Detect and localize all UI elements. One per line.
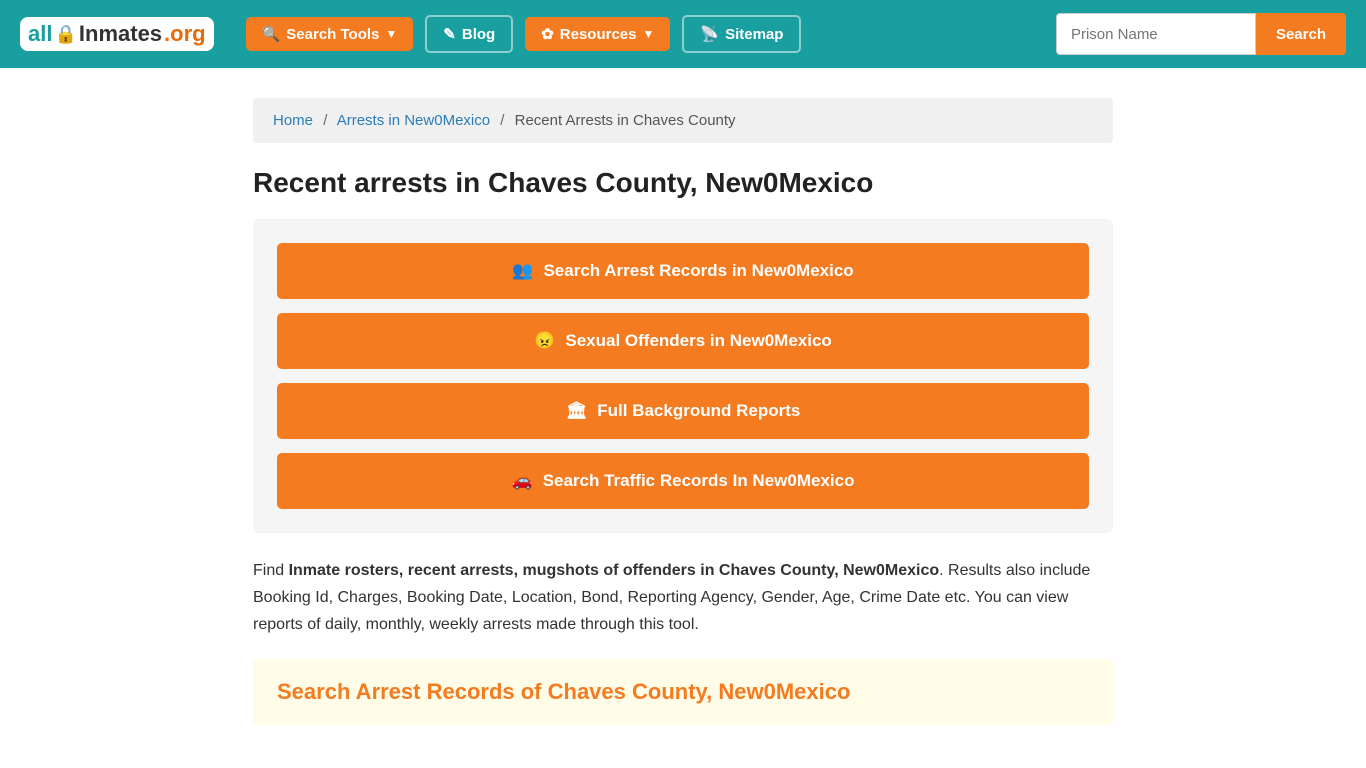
traffic-records-icon: 🚗: [512, 471, 533, 491]
action-card: 👥 Search Arrest Records in New0Mexico 😠 …: [253, 219, 1113, 533]
header-search-label: Search: [1276, 26, 1326, 43]
background-reports-button[interactable]: 🏛 Full Background Reports: [277, 383, 1089, 439]
prison-name-input[interactable]: [1056, 13, 1256, 55]
breadcrumb-home[interactable]: Home: [273, 112, 313, 129]
description-bold: Inmate rosters, recent arrests, mugshots…: [289, 562, 940, 579]
logo[interactable]: all 🔒 Inmates .org: [20, 17, 214, 51]
search-tools-icon: 🔍: [262, 25, 281, 43]
traffic-records-label: Search Traffic Records In New0Mexico: [543, 471, 855, 491]
main-content: Home / Arrests in New0Mexico / Recent Ar…: [233, 68, 1133, 755]
breadcrumb-sep-1: /: [323, 112, 327, 129]
breadcrumb-current: Recent Arrests in Chaves County: [515, 112, 736, 129]
search-tools-dropdown-arrow: ▼: [385, 27, 397, 41]
blog-icon: ✎: [443, 25, 456, 43]
background-reports-icon: 🏛: [566, 401, 588, 421]
breadcrumb-sep-2: /: [500, 112, 504, 129]
search-tools-label: Search Tools: [286, 26, 379, 43]
breadcrumb-arrests[interactable]: Arrests in New0Mexico: [337, 112, 490, 129]
site-header: all 🔒 Inmates .org 🔍 Search Tools ▼ ✎ Bl…: [0, 0, 1366, 68]
resources-dropdown-arrow: ▼: [642, 27, 654, 41]
breadcrumb: Home / Arrests in New0Mexico / Recent Ar…: [253, 98, 1113, 143]
bottom-section: Search Arrest Records of Chaves County, …: [253, 659, 1113, 725]
search-tools-button[interactable]: 🔍 Search Tools ▼: [246, 17, 414, 51]
page-description: Find Inmate rosters, recent arrests, mug…: [253, 557, 1113, 639]
logo-part-org: .org: [164, 21, 206, 47]
resources-button[interactable]: ✿ Resources ▼: [525, 17, 670, 51]
arrest-records-button[interactable]: 👥 Search Arrest Records in New0Mexico: [277, 243, 1089, 299]
bottom-heading: Search Arrest Records of Chaves County, …: [277, 679, 1089, 705]
traffic-records-button[interactable]: 🚗 Search Traffic Records In New0Mexico: [277, 453, 1089, 509]
page-title: Recent arrests in Chaves County, New0Mex…: [253, 167, 1113, 199]
arrest-records-label: Search Arrest Records in New0Mexico: [543, 261, 853, 281]
sexual-offenders-label: Sexual Offenders in New0Mexico: [565, 331, 831, 351]
background-reports-label: Full Background Reports: [597, 401, 800, 421]
sitemap-label: Sitemap: [725, 26, 783, 43]
sitemap-icon: 📡: [700, 25, 719, 43]
arrest-records-icon: 👥: [512, 261, 533, 281]
sexual-offenders-button[interactable]: 😠 Sexual Offenders in New0Mexico: [277, 313, 1089, 369]
logo-part-all: all: [28, 21, 52, 47]
sexual-offenders-icon: 😠: [534, 331, 555, 351]
resources-icon: ✿: [541, 25, 554, 43]
header-search-area: Search: [1056, 13, 1346, 55]
description-find: Find: [253, 562, 289, 579]
resources-label: Resources: [560, 26, 637, 43]
sitemap-button[interactable]: 📡 Sitemap: [682, 15, 801, 53]
blog-button[interactable]: ✎ Blog: [425, 15, 513, 53]
blog-label: Blog: [462, 26, 495, 43]
logo-icon: 🔒: [54, 24, 76, 45]
header-search-button[interactable]: Search: [1256, 13, 1346, 55]
logo-part-inmates: Inmates: [79, 21, 162, 47]
